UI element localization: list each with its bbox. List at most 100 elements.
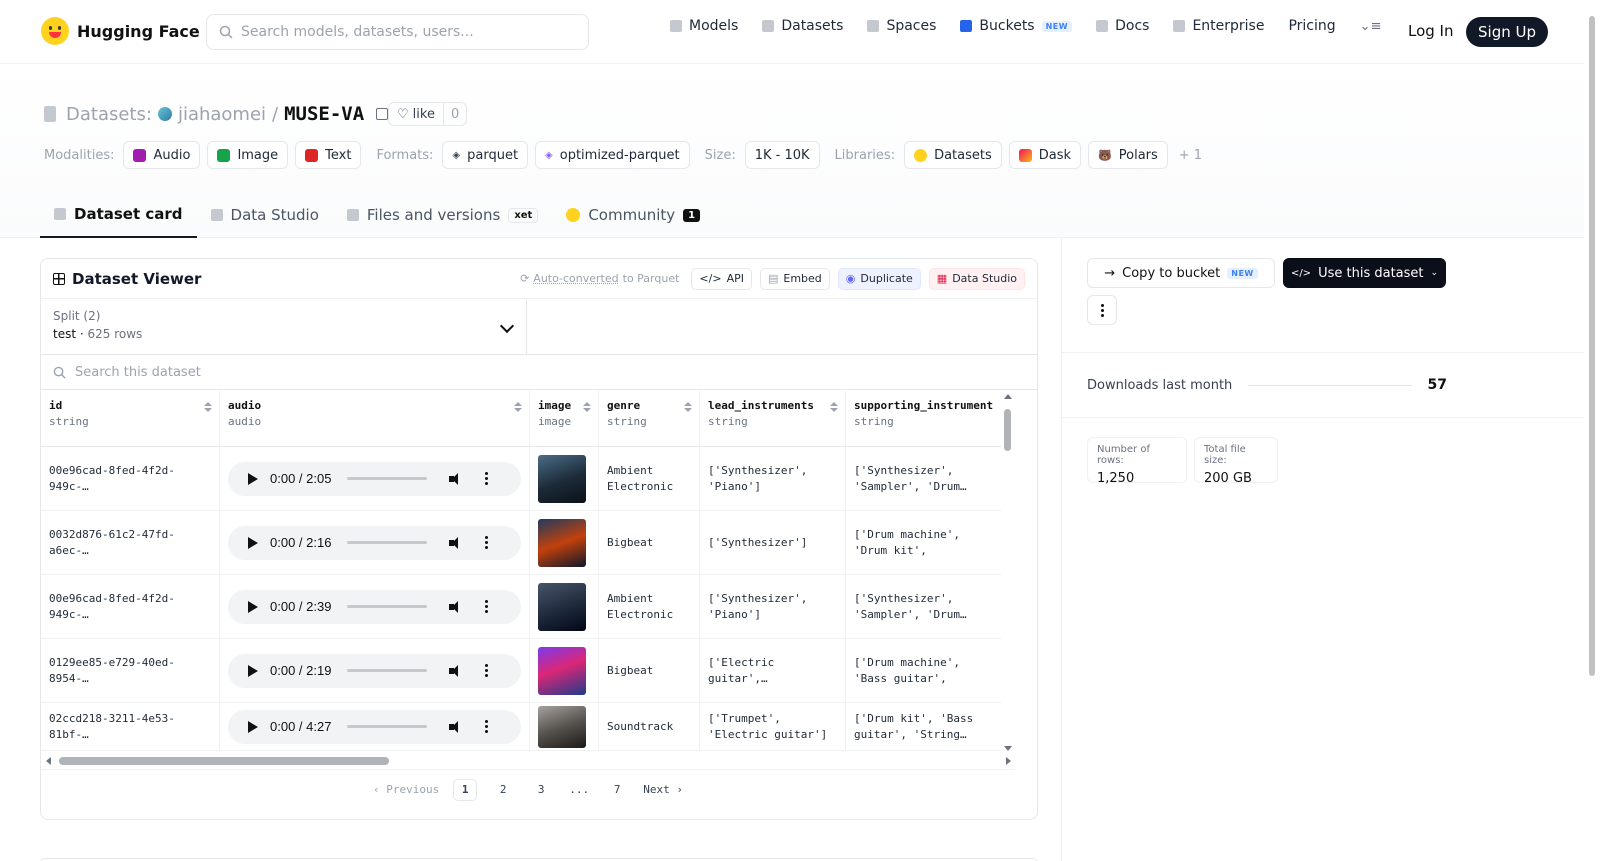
page-button-7[interactable]: 7	[605, 779, 629, 801]
volume-icon[interactable]	[449, 536, 461, 549]
image-thumbnail[interactable]	[538, 582, 586, 631]
embed-button[interactable]: ▤ Embed	[759, 267, 830, 290]
tag-text[interactable]: Text	[295, 141, 362, 169]
page-scrollbar[interactable]	[1584, 0, 1600, 861]
more-options-icon[interactable]	[485, 725, 489, 728]
column-header-genre[interactable]: genre string	[599, 391, 700, 446]
next-page-button[interactable]: Next ›	[643, 783, 683, 796]
audio-player[interactable]: 0:00 / 2:16	[228, 525, 521, 560]
image-thumbnail[interactable]	[538, 518, 586, 567]
vertical-scroll-thumb[interactable]	[1004, 409, 1011, 451]
nav-enterprise[interactable]: Enterprise	[1173, 18, 1264, 34]
audio-player[interactable]: 0:00 / 2:05	[228, 461, 521, 496]
page-button-1[interactable]: 1	[453, 778, 478, 801]
brand-logo[interactable]: Hugging Face	[41, 17, 200, 45]
nav-datasets[interactable]: Datasets	[762, 18, 843, 34]
column-header-image[interactable]: image image	[530, 391, 599, 446]
login-link[interactable]: Log In	[1408, 22, 1454, 40]
audio-progress-track[interactable]	[347, 477, 428, 480]
table-row[interactable]: 0032d876-61c2-47fd-a6ec-… 0:00 / 2:16 Bi…	[41, 511, 1001, 575]
play-icon[interactable]	[248, 536, 258, 549]
more-options-icon[interactable]	[485, 477, 489, 480]
more-libraries[interactable]: + 1	[1179, 148, 1202, 163]
image-thumbnail[interactable]	[538, 705, 586, 748]
scroll-left-arrow-icon[interactable]	[46, 757, 51, 765]
more-options-icon[interactable]	[485, 605, 489, 608]
sort-icon[interactable]	[583, 402, 591, 412]
audio-player[interactable]: 0:00 / 2:39	[228, 589, 521, 624]
tab-data-studio[interactable]: Data Studio	[197, 192, 333, 238]
global-search-input[interactable]: Search models, datasets, users...	[206, 14, 589, 50]
tag-polars-library[interactable]: 🐻 Polars	[1088, 141, 1168, 169]
nav-buckets[interactable]: Buckets NEW	[960, 18, 1073, 34]
data-studio-button[interactable]: ▦ Data Studio	[928, 267, 1025, 290]
dataset-search-input[interactable]: Search this dataset	[41, 355, 1037, 390]
audio-progress-track[interactable]	[347, 605, 428, 608]
audio-player[interactable]: 0:00 / 4:27	[228, 709, 521, 744]
more-options-icon[interactable]	[485, 669, 489, 672]
audio-player[interactable]: 0:00 / 2:19	[228, 653, 521, 688]
scroll-right-arrow-icon[interactable]	[1006, 757, 1011, 765]
like-button[interactable]: ♡ like 0	[388, 102, 468, 126]
nav-spaces[interactable]: Spaces	[867, 18, 936, 34]
page-button-2[interactable]: 2	[491, 779, 515, 801]
play-icon[interactable]	[248, 600, 258, 613]
nav-docs[interactable]: Docs	[1096, 18, 1149, 34]
more-options-icon[interactable]	[485, 541, 489, 544]
volume-icon[interactable]	[449, 472, 461, 485]
api-button[interactable]: </> API	[691, 267, 752, 290]
tab-community[interactable]: Community 1	[552, 192, 714, 238]
tag-audio[interactable]: Audio	[123, 141, 201, 169]
table-vertical-scrollbar[interactable]	[1001, 391, 1015, 753]
copy-to-bucket-button[interactable]: → Copy to bucket NEW	[1087, 258, 1275, 288]
sort-icon[interactable]	[830, 402, 838, 412]
table-row[interactable]: 02ccd218-3211-4e53-81bf-… 0:00 / 4:27 So…	[41, 703, 1001, 751]
horizontal-scroll-thumb[interactable]	[59, 757, 389, 765]
split-selector[interactable]: Split (2) test · 625 rows	[41, 299, 527, 354]
table-horizontal-scrollbar[interactable]	[41, 753, 1011, 769]
audio-progress-track[interactable]	[347, 541, 428, 544]
tag-size[interactable]: 1K - 10K	[744, 141, 820, 169]
column-header-lead-instruments[interactable]: lead_instruments string	[700, 391, 846, 446]
tag-optimized-parquet[interactable]: ◈ optimized-parquet	[535, 141, 690, 169]
page-scroll-thumb[interactable]	[1589, 16, 1595, 676]
more-actions-button[interactable]	[1087, 295, 1117, 325]
previous-page-button[interactable]: ‹ Previous	[373, 783, 439, 796]
table-row[interactable]: 00e96cad-8fed-4f2d-949c-… 0:00 / 2:39 Am…	[41, 575, 1001, 639]
table-row[interactable]: 0129ee85-e729-40ed-8954-… 0:00 / 2:19 Bi…	[41, 639, 1001, 703]
tab-files-and-versions[interactable]: Files and versions xet	[333, 192, 552, 238]
sort-icon[interactable]	[204, 402, 212, 412]
sort-icon[interactable]	[514, 402, 522, 412]
sort-icon[interactable]	[684, 402, 692, 412]
tab-dataset-card[interactable]: Dataset card	[40, 192, 197, 238]
column-header-supporting-instruments[interactable]: supporting_instrument string	[846, 391, 1001, 446]
tag-datasets-library[interactable]: Datasets	[904, 141, 1002, 169]
repo-owner[interactable]: jiahaomei	[178, 104, 266, 125]
duplicate-button[interactable]: ◉ Duplicate	[837, 267, 921, 290]
tag-image[interactable]: Image	[207, 141, 289, 169]
column-header-audio[interactable]: audio audio	[220, 391, 530, 446]
volume-icon[interactable]	[449, 664, 461, 677]
tag-dask-library[interactable]: Dask	[1008, 141, 1082, 169]
nav-models[interactable]: Models	[670, 18, 738, 34]
nav-more-menu[interactable]: ⌄≡	[1360, 19, 1382, 34]
auto-converted-link[interactable]: Auto-converted	[533, 272, 618, 285]
page-button-3[interactable]: 3	[529, 779, 553, 801]
repo-name[interactable]: MUSE-VA	[284, 103, 364, 125]
play-icon[interactable]	[248, 472, 258, 485]
image-thumbnail[interactable]	[538, 646, 586, 695]
play-icon[interactable]	[248, 720, 258, 733]
copy-icon[interactable]	[376, 108, 389, 120]
audio-progress-track[interactable]	[347, 725, 428, 728]
nav-pricing[interactable]: Pricing	[1288, 18, 1335, 34]
repo-type-label[interactable]: Datasets:	[66, 104, 152, 125]
volume-icon[interactable]	[449, 600, 461, 613]
column-header-id[interactable]: id string	[41, 391, 220, 446]
play-icon[interactable]	[248, 664, 258, 677]
table-row[interactable]: 00e96cad-8fed-4f2d-949c-… 0:00 / 2:05 Am…	[41, 447, 1001, 511]
audio-progress-track[interactable]	[347, 669, 428, 672]
image-thumbnail[interactable]	[538, 454, 586, 503]
volume-icon[interactable]	[449, 720, 461, 733]
scroll-up-arrow-icon[interactable]	[1004, 394, 1012, 399]
scroll-down-arrow-icon[interactable]	[1004, 746, 1012, 751]
